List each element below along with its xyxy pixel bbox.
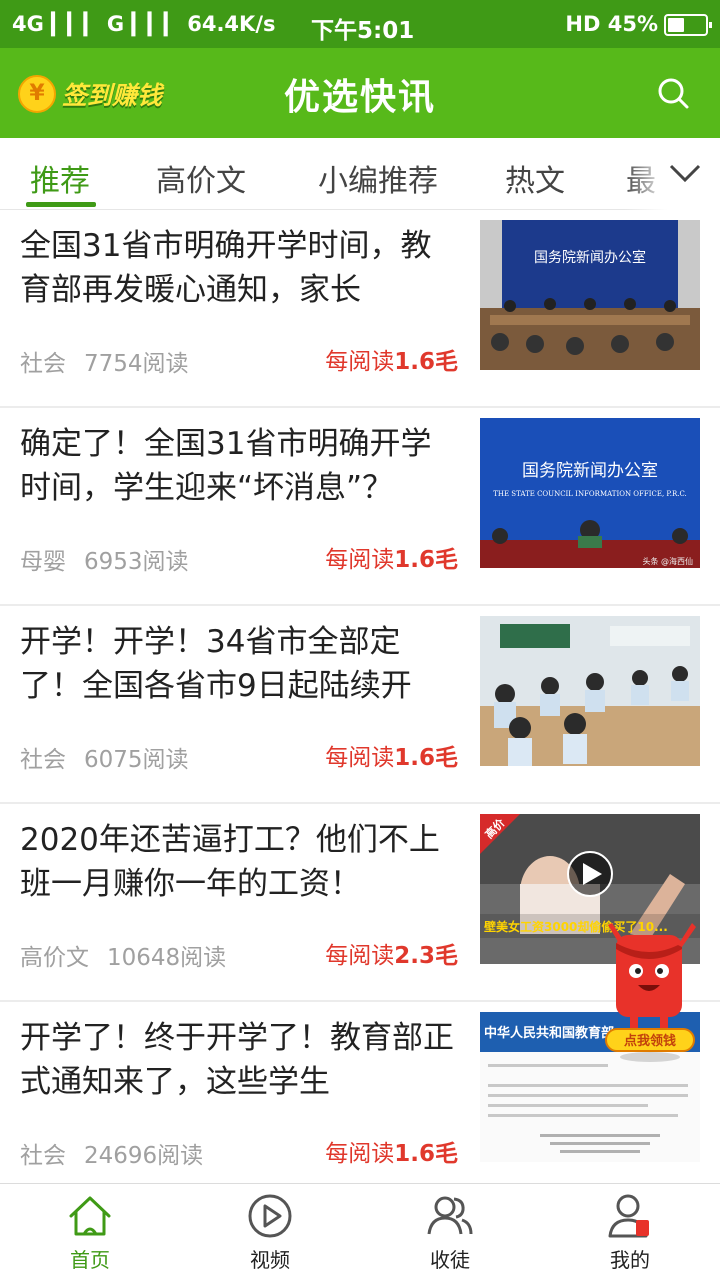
thumb-caption: 国务院新闻办公室 bbox=[522, 461, 658, 481]
category-tabs: 推荐 高价文 小编推荐 热文 最 bbox=[0, 138, 720, 210]
network-status: 4G ▎▎▎ G ▎▎▎ 64.4K/s bbox=[12, 12, 276, 36]
article-thumbnail: 国务院新闻办公室 bbox=[480, 220, 700, 370]
status-right: HD 45% bbox=[565, 12, 658, 36]
users-icon bbox=[427, 1196, 473, 1235]
thumb-subcaption: THE STATE COUNCIL INFORMATION OFFICE, P.… bbox=[493, 490, 687, 498]
nav-profile[interactable]: 我的 bbox=[580, 1192, 680, 1273]
nav-label: 首页 bbox=[70, 1248, 110, 1272]
article-reward: 每阅读1.6毛 bbox=[325, 547, 458, 573]
article-category: 社会 bbox=[20, 351, 66, 377]
battery-icon bbox=[664, 14, 712, 36]
article-reward: 每阅读2.3毛 bbox=[325, 943, 458, 969]
red-envelope-promo[interactable]: 点我领钱 bbox=[600, 905, 700, 1065]
search-icon[interactable] bbox=[656, 76, 690, 110]
app-header: ¥ 签到赚钱 优选快讯 bbox=[0, 48, 720, 138]
nav-label: 视频 bbox=[250, 1248, 290, 1272]
article-item[interactable]: 全国31省市明确开学时间，教育部再发暖心通知，家长 社会 7754阅读 每阅读1.… bbox=[0, 210, 720, 408]
article-category: 高价文 bbox=[20, 945, 89, 971]
article-item[interactable]: 确定了！全国31省市明确开学时间，学生迎来“坏消息”？ 母婴 6953阅读 每阅读… bbox=[0, 408, 720, 606]
thumb-credit: 头条 @海西仙 bbox=[642, 556, 693, 566]
nav-label: 我的 bbox=[610, 1248, 650, 1272]
nav-video[interactable]: 视频 bbox=[220, 1192, 320, 1273]
article-meta: 社会 24696阅读 bbox=[20, 1136, 203, 1170]
article-reads: 24696阅读 bbox=[84, 1143, 204, 1169]
tab-high-price[interactable]: 高价文 bbox=[156, 156, 246, 200]
article-reward: 每阅读1.6毛 bbox=[325, 349, 458, 375]
status-bar: 4G ▎▎▎ G ▎▎▎ 64.4K/s 下午5:01 HD 45% bbox=[0, 0, 720, 48]
article-reward: 每阅读1.6毛 bbox=[325, 1141, 458, 1167]
tab-recommend[interactable]: 推荐 bbox=[30, 156, 90, 200]
article-title: 开学！开学！34省市全部定了！全国各省市9日起陆续开 bbox=[20, 624, 412, 704]
article-category: 社会 bbox=[20, 1143, 66, 1169]
article-meta: 母婴 6953阅读 bbox=[20, 542, 189, 576]
tab-hot[interactable]: 热文 bbox=[505, 156, 565, 200]
article-title: 开学了！终于开学了！教育部正式通知来了，这些学生 bbox=[20, 1020, 454, 1100]
bottom-nav: 首页 视频 收徒 我的 bbox=[0, 1183, 720, 1280]
nav-apprentice[interactable]: 收徒 bbox=[400, 1192, 500, 1273]
article-reads: 6953阅读 bbox=[84, 549, 189, 575]
article-title: 全国31省市明确开学时间，教育部再发暖心通知，家长 bbox=[20, 228, 432, 308]
clock: 下午5:01 bbox=[311, 18, 415, 44]
app-title: 优选快讯 bbox=[283, 77, 436, 118]
nav-home[interactable]: 首页 bbox=[40, 1192, 140, 1273]
article-category: 社会 bbox=[20, 747, 66, 773]
promo-label: 点我领钱 bbox=[624, 1033, 676, 1049]
article-reward: 每阅读1.6毛 bbox=[325, 745, 458, 771]
play-circle-icon bbox=[248, 1194, 292, 1238]
user-icon bbox=[608, 1194, 649, 1238]
thumb-caption: 中华人民共和国教育部 bbox=[484, 1025, 614, 1041]
article-meta: 社会 7754阅读 bbox=[20, 344, 189, 378]
nav-label: 收徒 bbox=[430, 1248, 470, 1272]
active-tab-indicator bbox=[26, 202, 96, 207]
article-title: 2020年还苦逼打工？他们不上班一月赚你一年的工资！ bbox=[20, 822, 440, 902]
tab-editor-picks[interactable]: 小编推荐 bbox=[318, 156, 438, 200]
article-thumbnail: 国务院新闻办公室 THE STATE COUNCIL INFORMATION O… bbox=[480, 418, 700, 568]
article-reads: 10648阅读 bbox=[107, 945, 227, 971]
article-reads: 7754阅读 bbox=[84, 351, 189, 377]
home-icon bbox=[69, 1196, 111, 1236]
article-item[interactable]: 开学！开学！34省市全部定了！全国各省市9日起陆续开 社会 6075阅读 每阅读1… bbox=[0, 606, 720, 804]
chevron-down-icon[interactable] bbox=[668, 158, 702, 188]
article-title: 确定了！全国31省市明确开学时间，学生迎来“坏消息”？ bbox=[20, 426, 432, 506]
battery-level bbox=[668, 18, 684, 32]
article-meta: 社会 6075阅读 bbox=[20, 740, 189, 774]
article-category: 母婴 bbox=[20, 549, 66, 575]
article-meta: 高价文 10648阅读 bbox=[20, 938, 226, 972]
article-thumbnail bbox=[480, 616, 700, 766]
article-reads: 6075阅读 bbox=[84, 747, 189, 773]
thumb-caption: 国务院新闻办公室 bbox=[534, 249, 646, 266]
